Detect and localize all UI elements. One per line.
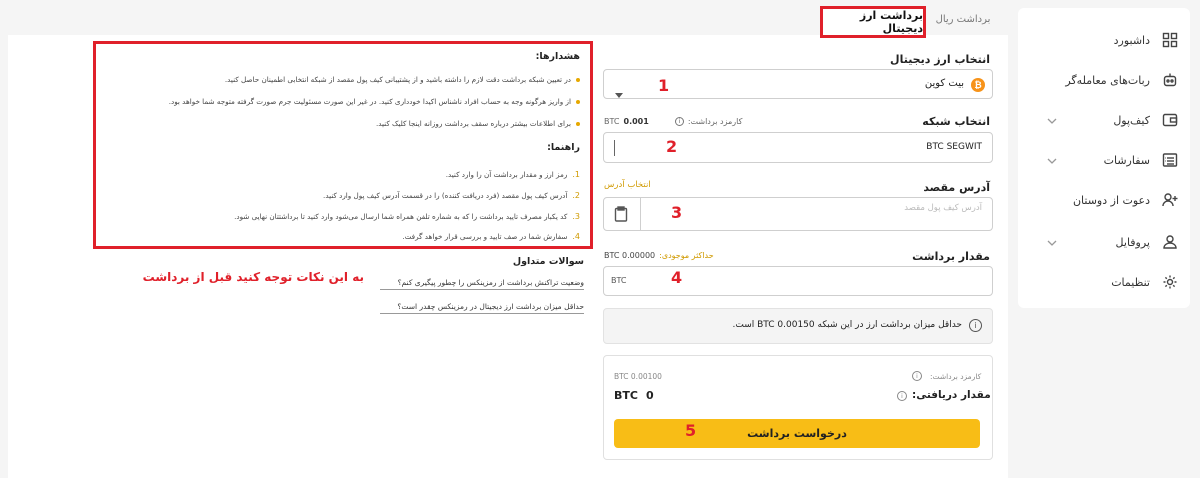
- fee-unit: BTC: [604, 117, 620, 126]
- annotation-text: به این نکات توجه کنید قبل از برداشت: [142, 270, 364, 284]
- min-withdraw-notice: i حداقل میزان برداشت ارز در این شبکه BTC…: [603, 308, 993, 344]
- sidebar-item-label: سفارشات: [1103, 153, 1150, 167]
- tab-crypto-withdraw[interactable]: برداشت ارز دیجیتال: [820, 6, 926, 38]
- sidebar-item-dashboard[interactable]: داشبورد: [1018, 20, 1190, 60]
- marker-2: 2: [666, 137, 678, 156]
- sidebar-item-label: ربات‌های معامله‌گر: [1065, 73, 1150, 87]
- warning-item: از واریز هرگونه وجه به حساب افراد ناشناس…: [169, 97, 580, 106]
- submit-label: درخواست برداشت: [747, 427, 847, 440]
- grid-icon: [1160, 30, 1180, 50]
- gear-icon: [1160, 272, 1180, 292]
- warnings-title: هشدارها:: [535, 51, 580, 62]
- summary-fee-label: کارمزد برداشت:: [930, 372, 982, 381]
- amount-unit: BTC: [611, 276, 627, 285]
- guide-item: 2. آدرس کیف پول مقصد (فرد دریافت کننده) …: [323, 191, 580, 200]
- chevron-down-icon[interactable]: [1046, 234, 1058, 253]
- receive-value: 0: [645, 389, 654, 402]
- info-icon: i: [969, 319, 982, 332]
- orders-icon: [1160, 150, 1180, 170]
- faq-link[interactable]: حداقل میزان برداشت ارز دیجیتال در رمزینک…: [380, 302, 584, 314]
- sidebar-item-label: پروفایل: [1115, 235, 1150, 249]
- submit-withdraw-button[interactable]: درخواست برداشت: [614, 419, 980, 448]
- chevron-down-icon[interactable]: [1046, 152, 1058, 171]
- warning-item: در تعیین شبکه برداشت دقت لازم را داشته ب…: [225, 75, 580, 84]
- divider: [640, 198, 641, 230]
- guide-title: راهنما:: [547, 142, 580, 153]
- faq-title: سوالات متداول: [512, 256, 584, 267]
- address-label: آدرس مقصد: [923, 181, 990, 194]
- fee-label: کارمزد برداشت:: [687, 117, 743, 126]
- marker-3: 3: [671, 203, 683, 222]
- summary-fee-value: BTC 0.00100: [614, 372, 662, 381]
- tab-rial-withdraw[interactable]: برداشت ریال: [933, 14, 993, 25]
- network-value: BTC SEGWIT: [926, 142, 982, 152]
- address-input[interactable]: آدرس کیف پول مقصد: [603, 197, 993, 231]
- sidebar: داشبورد ربات‌های معامله‌گر کیف‌پول سفارش…: [1018, 8, 1190, 308]
- receive-label: مقدار دریافتی:: [912, 389, 991, 401]
- fee-value: 0.001: [623, 117, 649, 126]
- receive-unit: BTC: [614, 389, 638, 402]
- add-user-icon: [1160, 190, 1180, 210]
- user-icon: [1160, 232, 1180, 252]
- marker-5: 5: [685, 421, 697, 440]
- sidebar-item-label: تنظیمات: [1111, 275, 1150, 289]
- bullet-icon: [576, 99, 580, 104]
- max-value: BTC 0.00000: [604, 251, 656, 260]
- chevron-down-icon[interactable]: [1046, 112, 1058, 131]
- amount-label: مقدار برداشت: [912, 250, 990, 263]
- network-label: انتخاب شبکه: [922, 115, 990, 128]
- sidebar-item-wallet[interactable]: کیف‌پول: [1018, 100, 1190, 140]
- network-fee: BTC 0.001 i کارمزد برداشت:: [604, 117, 742, 126]
- currency-value: بیت کوین: [924, 78, 964, 89]
- guide-item: 3. کد یکبار مصرف تایید برداشت را که به ش…: [234, 212, 580, 221]
- min-notice-text: حداقل میزان برداشت ارز در این شبکه BTC 0…: [732, 320, 962, 330]
- clipboard-icon[interactable]: [614, 206, 628, 226]
- caret-down-icon: [615, 83, 623, 102]
- info-icon[interactable]: i: [897, 391, 907, 401]
- sidebar-item-label: کیف‌پول: [1113, 113, 1150, 127]
- sidebar-item-label: داشبورد: [1113, 33, 1150, 47]
- marker-1: 1: [658, 76, 670, 95]
- sidebar-item-invite[interactable]: دعوت از دوستان: [1018, 180, 1190, 220]
- sidebar-item-label: دعوت از دوستان: [1072, 193, 1150, 207]
- max-label[interactable]: حداکثر موجودی:: [659, 251, 714, 260]
- info-icon[interactable]: i: [912, 371, 922, 381]
- max-balance: BTC 0.00000 حداکثر موجودی:: [604, 251, 714, 260]
- bitcoin-icon: ₿: [971, 78, 985, 92]
- robot-icon: [1160, 70, 1180, 90]
- info-icon[interactable]: i: [674, 117, 684, 126]
- guide-item: 4. سفارش شما در صف تایید و بررسی قرار خو…: [402, 232, 580, 241]
- address-placeholder: آدرس کیف پول مقصد: [904, 203, 982, 213]
- amount-input[interactable]: BTC: [603, 266, 993, 296]
- sidebar-item-bots[interactable]: ربات‌های معامله‌گر: [1018, 60, 1190, 100]
- marker-4: 4: [671, 268, 683, 287]
- network-select[interactable]: BTC SEGWIT: [603, 132, 993, 163]
- receive-amount: BTC 0: [614, 389, 654, 402]
- bullet-icon: [576, 77, 580, 82]
- sidebar-item-profile[interactable]: پروفایل: [1018, 222, 1190, 262]
- faq-link[interactable]: وضعیت تراکنش برداشت از رمزینکس را چطور پ…: [380, 278, 584, 290]
- currency-label: انتخاب ارز دیجیتال: [890, 53, 990, 66]
- guide-item: 1. رمز ارز و مقدار برداشت آن را وارد کنی…: [445, 170, 580, 179]
- warning-item: برای اطلاعات بیشتر درباره سقف برداشت روز…: [376, 119, 580, 128]
- bullet-icon: [576, 121, 580, 126]
- warnings-box: هشدارها: در تعیین شبکه برداشت دقت لازم ر…: [93, 41, 593, 249]
- select-address-link[interactable]: انتخاب آدرس: [604, 180, 651, 190]
- sidebar-item-settings[interactable]: تنظیمات: [1018, 262, 1190, 302]
- sidebar-item-orders[interactable]: سفارشات: [1018, 140, 1190, 180]
- wallet-icon: [1160, 110, 1180, 130]
- text-cursor: [614, 140, 615, 156]
